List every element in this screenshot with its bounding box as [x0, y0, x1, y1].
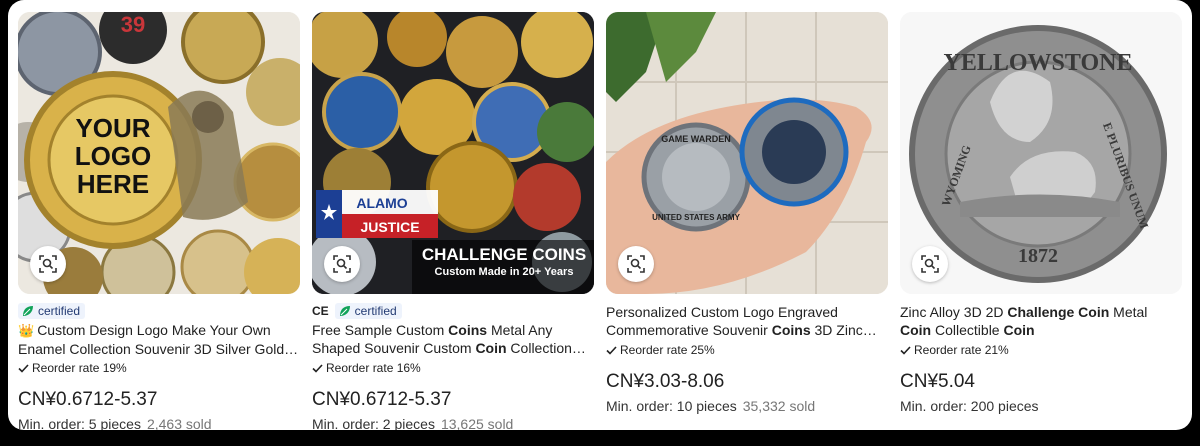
- product-price: CN¥3.03-8.06: [606, 371, 725, 392]
- sold-count: 2,463 sold: [146, 416, 212, 430]
- image-search-button[interactable]: [618, 246, 654, 282]
- sold-count: 35,332 sold: [742, 398, 816, 414]
- svg-text:1872: 1872: [1018, 245, 1058, 267]
- product-image[interactable]: 39 YOUR LOGO HERE: [18, 12, 300, 294]
- product-image[interactable]: YELLOWSTONE WYOMING 1872 E PLURIBUS UNUM: [900, 12, 1182, 294]
- reorder-rate: Reorder rate 19%: [18, 360, 300, 376]
- reorder-rate: Reorder rate 21%: [900, 342, 1182, 358]
- image-search-button[interactable]: [30, 246, 66, 282]
- image-search-icon: [333, 255, 351, 273]
- check-icon: [900, 345, 911, 355]
- min-order: Min. order: 2 pieces: [312, 416, 435, 430]
- order-info: Min. order: 200 pieces: [900, 397, 1182, 415]
- product-price: CN¥5.04: [900, 371, 975, 392]
- product-price: CN¥0.6712-5.37: [18, 389, 158, 410]
- product-grid: 39 YOUR LOGO HERE certified 👑 Custom Des…: [8, 0, 1192, 430]
- product-title[interactable]: Personalized Custom Logo Engraved Commem…: [606, 303, 888, 339]
- image-search-icon: [39, 255, 57, 273]
- check-icon: [18, 363, 29, 373]
- crown-icon: 👑: [18, 323, 35, 338]
- svg-text:JUSTICE: JUSTICE: [360, 219, 419, 235]
- svg-text:39: 39: [121, 12, 145, 37]
- svg-text:YELLOWSTONE: YELLOWSTONE: [944, 50, 1133, 76]
- check-icon: [312, 363, 323, 373]
- check-icon: [606, 345, 617, 355]
- svg-text:HERE: HERE: [77, 169, 149, 199]
- product-card[interactable]: 39 YOUR LOGO HERE certified 👑 Custom Des…: [18, 12, 300, 430]
- image-search-icon: [627, 255, 645, 273]
- product-title[interactable]: Free Sample Custom Coins Metal Any Shape…: [312, 321, 594, 357]
- ce-mark-badge: CE: [312, 304, 329, 318]
- order-info: Min. order: 2 pieces 13,625 sold: [312, 415, 594, 430]
- certified-badge: certified: [18, 303, 86, 319]
- product-card[interactable]: ALAMO JUSTICE CHALLENGE COINS Custom Mad…: [312, 12, 594, 430]
- product-image[interactable]: GAME WARDEN UNITED STATES ARMY: [606, 12, 888, 294]
- product-card[interactable]: YELLOWSTONE WYOMING 1872 E PLURIBUS UNUM…: [900, 12, 1182, 415]
- product-price: CN¥0.6712-5.37: [312, 389, 452, 410]
- certified-badge: certified: [334, 303, 402, 319]
- reorder-rate: Reorder rate 25%: [606, 342, 888, 358]
- product-card[interactable]: GAME WARDEN UNITED STATES ARMY Personali…: [606, 12, 888, 415]
- svg-text:UNITED STATES ARMY: UNITED STATES ARMY: [652, 213, 741, 222]
- min-order: Min. order: 200 pieces: [900, 398, 1039, 414]
- reorder-rate: Reorder rate 16%: [312, 360, 594, 376]
- svg-text:CHALLENGE COINS: CHALLENGE COINS: [422, 245, 586, 264]
- svg-text:LOGO: LOGO: [75, 141, 152, 171]
- svg-text:ALAMO: ALAMO: [356, 195, 407, 211]
- badges: certified: [18, 303, 300, 319]
- leaf-icon: [339, 306, 350, 316]
- image-search-button[interactable]: [324, 246, 360, 282]
- product-title[interactable]: 👑 Custom Design Logo Make Your Own Enamel…: [18, 321, 300, 357]
- min-order: Min. order: 5 pieces: [18, 416, 141, 430]
- image-search-button[interactable]: [912, 246, 948, 282]
- product-image[interactable]: ALAMO JUSTICE CHALLENGE COINS Custom Mad…: [312, 12, 594, 294]
- leaf-icon: [23, 306, 33, 316]
- order-info: Min. order: 5 pieces 2,463 sold: [18, 415, 300, 430]
- svg-text:Custom Made in 20+ Years: Custom Made in 20+ Years: [435, 266, 574, 278]
- image-search-icon: [921, 255, 939, 273]
- logo-text: YOUR: [75, 113, 150, 143]
- svg-text:GAME WARDEN: GAME WARDEN: [661, 134, 731, 144]
- min-order: Min. order: 10 pieces: [606, 398, 737, 414]
- badges: CE certified: [312, 303, 594, 319]
- product-title[interactable]: Zinc Alloy 3D 2D Challenge Coin Metal Co…: [900, 303, 1182, 339]
- sold-count: 13,625 sold: [440, 416, 514, 430]
- order-info: Min. order: 10 pieces 35,332 sold: [606, 397, 888, 415]
